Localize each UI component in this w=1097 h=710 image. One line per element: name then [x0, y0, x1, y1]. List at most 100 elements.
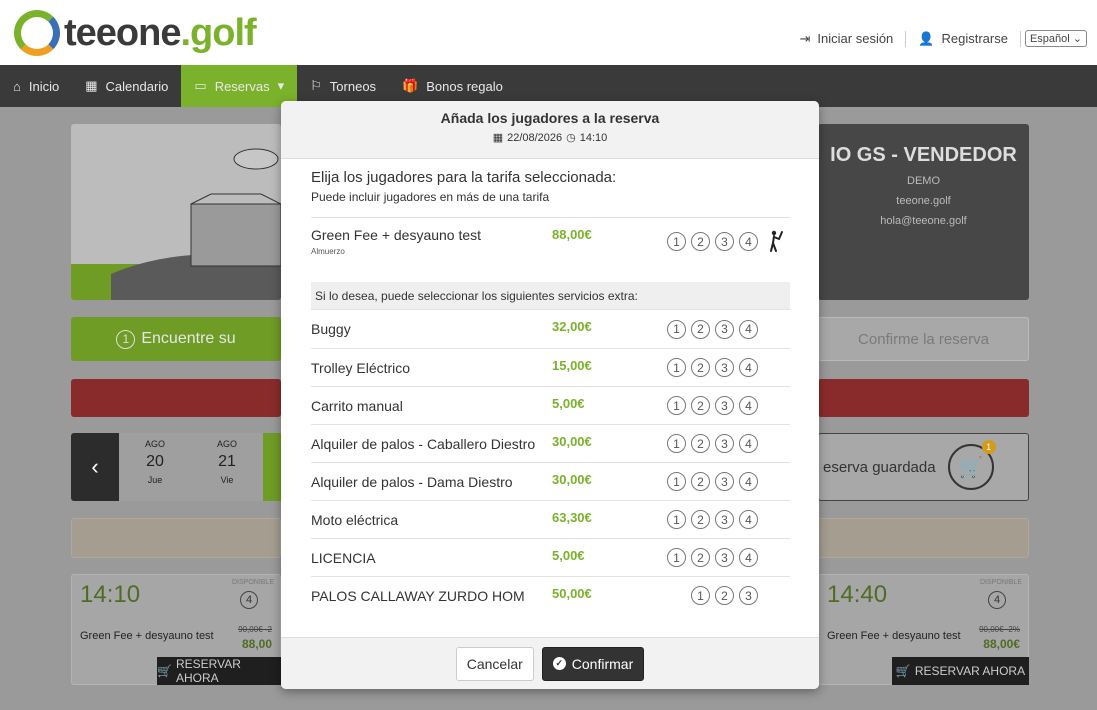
login-link[interactable]: ⇥ Iniciar sesión: [788, 30, 907, 47]
player-2-button[interactable]: 2: [691, 396, 710, 415]
club-info-card: IO GS - VENDEDOR DEMO teeone.golf hola@t…: [818, 124, 1029, 300]
reserve-label: RESERVAR AHORA: [175, 657, 241, 685]
golfer-icon: [770, 230, 783, 252]
club-title: IO GS - VENDEDOR: [830, 144, 1017, 166]
player-1-button[interactable]: 1: [667, 472, 686, 491]
rate-name: Green Fee + desyauno test: [311, 227, 482, 243]
player-3-button[interactable]: 3: [715, 396, 734, 415]
extra-name: Buggy: [311, 321, 351, 337]
intro-title: Elija los jugadores para la tarifa selec…: [311, 169, 617, 186]
player-selector: 1 2 3 4: [667, 510, 758, 529]
player-3-button[interactable]: 3: [715, 434, 734, 453]
extra-price: 30,00€: [552, 472, 592, 487]
player-4-button[interactable]: 4: [739, 396, 758, 415]
player-2-button[interactable]: 2: [691, 434, 710, 453]
price: 88,00: [241, 637, 272, 651]
notice-bar-left: [71, 518, 281, 558]
player-1-button[interactable]: 1: [667, 232, 686, 251]
player-selector: 1 2 3 4: [667, 319, 758, 339]
intro-subtitle: Puede incluir jugadores en más de una ta…: [311, 190, 550, 204]
extra-price: 63,30€: [552, 510, 592, 525]
player-1-button[interactable]: 1: [667, 510, 686, 529]
date-weekday: Jue: [147, 475, 163, 485]
player-2-button[interactable]: 2: [691, 358, 710, 377]
caret-down-icon: ▾: [277, 78, 285, 93]
player-1-button[interactable]: 1: [691, 586, 710, 605]
alert-bar-right: [818, 379, 1029, 417]
nav-item-calendario[interactable]: ▦ Calendario: [72, 65, 181, 107]
player-3-button[interactable]: 3: [739, 586, 758, 605]
player-3-button[interactable]: 3: [715, 472, 734, 491]
extra-row: Carrito manual 5,00€ 1 2 3 4: [311, 386, 790, 424]
player-1-button[interactable]: 1: [667, 396, 686, 415]
extra-name: PALOS CALLAWAY ZURDO HOM: [311, 587, 525, 604]
players-available: 4: [240, 591, 258, 609]
player-3-button[interactable]: 3: [715, 232, 734, 251]
tee-time-card: 14:40 DISPONIBLE 4 Green Fee + desyauno …: [818, 574, 1029, 685]
reserve-button[interactable]: 🛒 RESERVAR AHORA: [157, 657, 281, 685]
player-2-button[interactable]: 2: [691, 232, 710, 251]
player-1-button[interactable]: 1: [667, 358, 686, 377]
date-cell[interactable]: AGO 20 Jue: [119, 433, 191, 501]
rate-subname: Almuerzo: [311, 247, 345, 256]
availability-label: DISPONIBLE: [231, 579, 274, 586]
player-3-button[interactable]: 3: [715, 510, 734, 529]
date-cell[interactable]: AGO 21 Vie: [191, 433, 263, 501]
player-1-button[interactable]: 1: [667, 319, 686, 339]
nav-label: Reservas: [214, 78, 270, 94]
player-1-button[interactable]: 1: [667, 434, 686, 453]
account-actions: ⇥ Iniciar sesión 👤 Registrarse Español ⌄: [788, 30, 1087, 47]
add-players-modal: Añada los jugadores a la reserva ▦ 22/08…: [281, 101, 819, 689]
saved-booking-cart[interactable]: eserva guardada 🛒 1: [818, 433, 1029, 501]
modal-body: Elija los jugadores para la tarifa selec…: [281, 159, 819, 637]
club-illustration: [71, 124, 281, 300]
player-4-button[interactable]: 4: [739, 510, 758, 529]
extra-price: 30,00€: [552, 434, 592, 449]
player-2-button[interactable]: 2: [715, 586, 734, 605]
player-selector: 1 2 3 4: [667, 232, 758, 251]
extra-name: Alquiler de palos - Dama Diestro: [311, 473, 513, 490]
player-4-button[interactable]: 4: [739, 358, 758, 377]
player-2-button[interactable]: 2: [691, 472, 710, 491]
player-4-button[interactable]: 4: [739, 319, 758, 339]
date-cell-selected[interactable]: [263, 433, 281, 501]
date-day: 20: [146, 453, 164, 470]
player-1-button[interactable]: 1: [667, 548, 686, 567]
confirm-button[interactable]: ✓ Confirmar: [541, 646, 645, 681]
extra-row: Alquiler de palos - Dama Diestro 30,00€ …: [311, 462, 790, 500]
extra-name: LICENCIA: [311, 549, 376, 566]
player-3-button[interactable]: 3: [715, 548, 734, 567]
player-2-button[interactable]: 2: [691, 319, 710, 339]
prev-date-button[interactable]: ‹: [71, 433, 119, 501]
language-select[interactable]: Español ⌄: [1024, 30, 1087, 47]
player-3-button[interactable]: 3: [715, 358, 734, 377]
player-2-button[interactable]: 2: [691, 548, 710, 567]
extra-name: Alquiler de palos - Caballero Diestro: [311, 435, 536, 452]
cart-count-badge: 1: [981, 440, 996, 454]
booking-date: 22/08/2026: [507, 131, 563, 144]
rate-name: Green Fee + desyauno test: [80, 630, 214, 642]
player-4-button[interactable]: 4: [739, 548, 758, 567]
player-4-button[interactable]: 4: [739, 472, 758, 491]
booking-time: 14:10: [579, 131, 608, 144]
extra-row: Alquiler de palos - Caballero Diestro 30…: [311, 424, 790, 462]
reserve-button[interactable]: 🛒 RESERVAR AHORA: [892, 657, 1029, 685]
sign-in-icon: ⇥: [799, 30, 811, 46]
user-plus-icon: 👤: [918, 30, 935, 46]
cancel-button[interactable]: Cancelar: [455, 646, 534, 681]
nav-item-inicio[interactable]: ⌂ Inicio: [0, 65, 72, 107]
booking-datetime: ▦ 22/08/2026 ◷ 14:10: [281, 131, 819, 145]
teeone-logo[interactable]: teeone.golf: [14, 10, 257, 56]
alert-bar-left: [71, 379, 281, 417]
step-number: 1: [116, 329, 136, 349]
player-3-button[interactable]: 3: [715, 319, 734, 339]
extra-price: 15,00€: [552, 358, 592, 373]
clock-icon: ◷: [566, 132, 576, 144]
player-2-button[interactable]: 2: [691, 510, 710, 529]
language-value: Español: [1029, 33, 1070, 45]
nav-item-reservas[interactable]: ▭ Reservas ▾: [181, 65, 298, 107]
player-4-button[interactable]: 4: [739, 232, 758, 251]
flag-icon: ⚐: [310, 78, 322, 93]
player-4-button[interactable]: 4: [739, 434, 758, 453]
register-link[interactable]: 👤 Registrarse: [906, 30, 1021, 47]
